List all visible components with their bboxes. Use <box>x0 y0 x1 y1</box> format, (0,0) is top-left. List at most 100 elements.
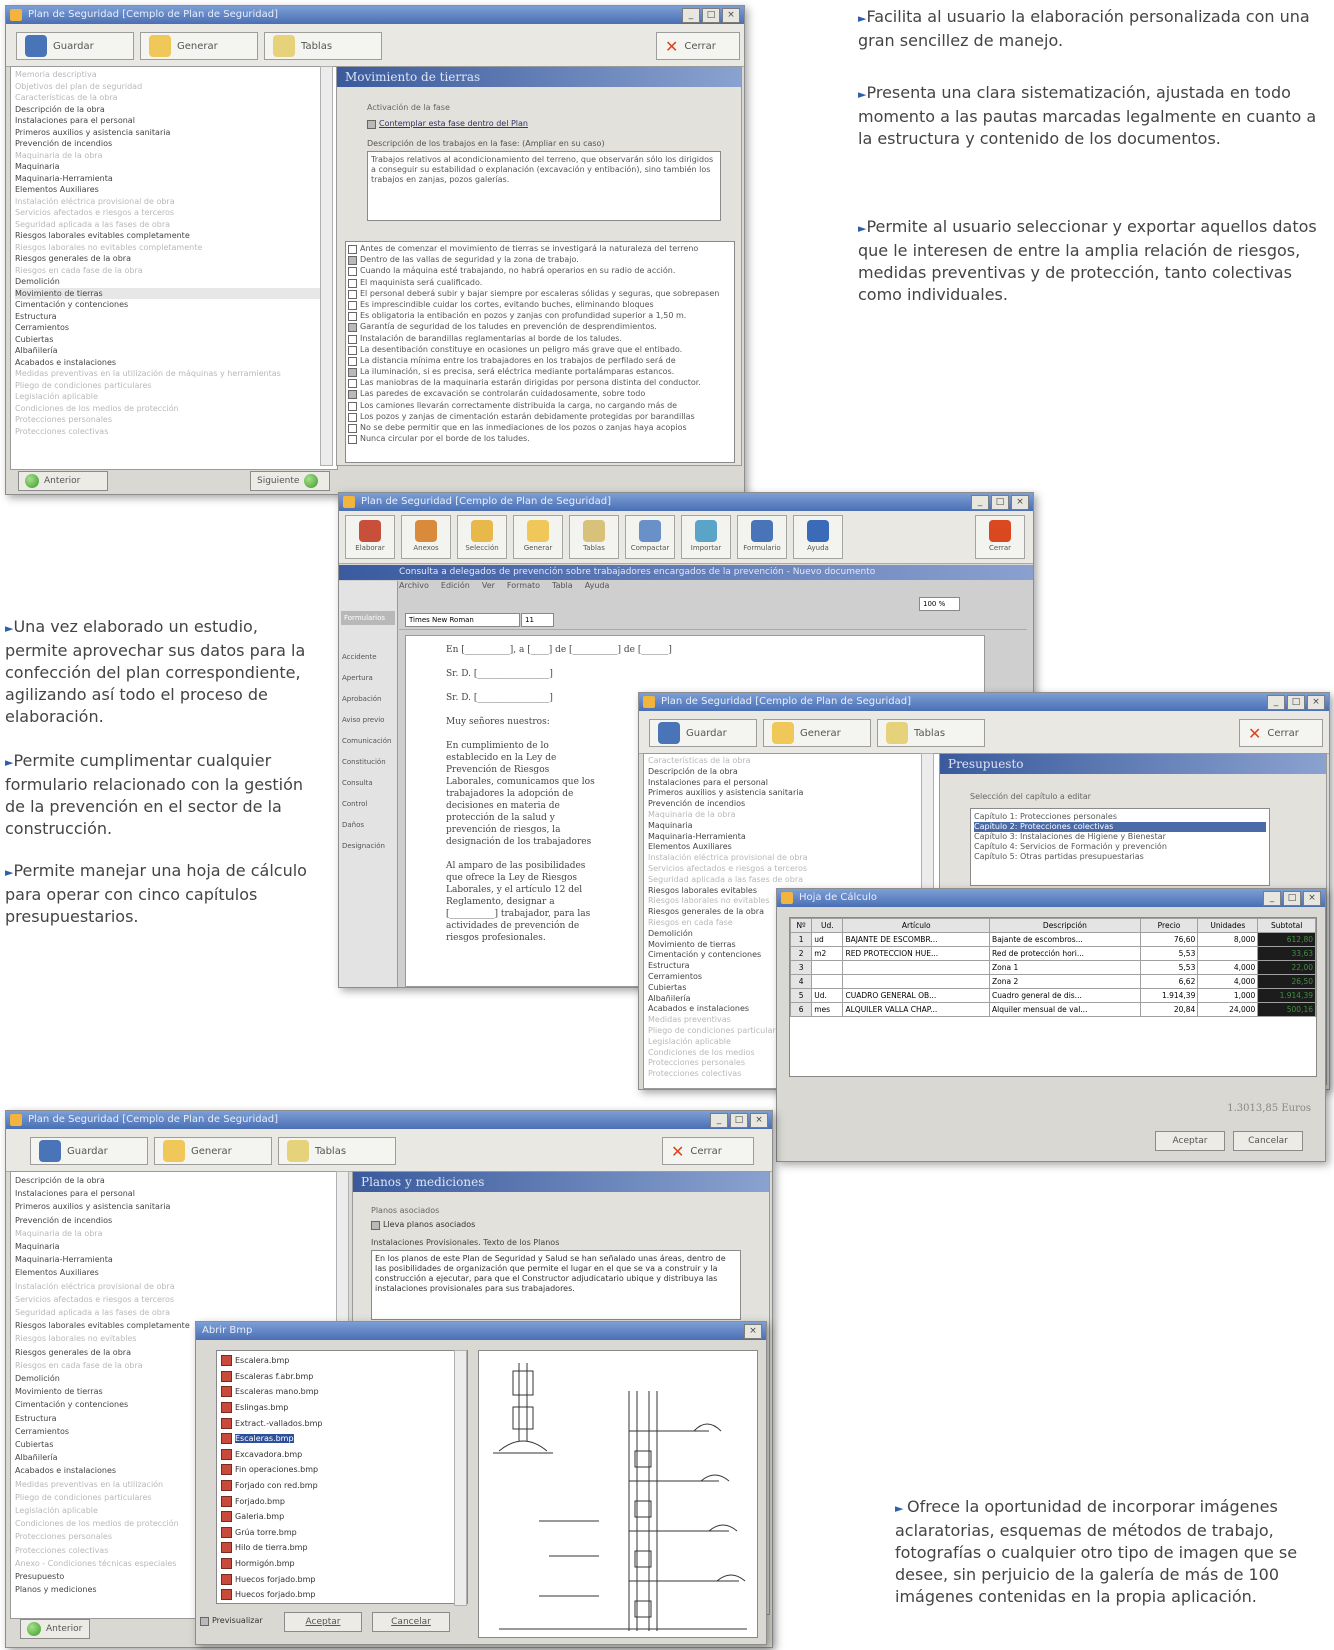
tree-item[interactable]: Riesgos laborales evitables completament… <box>15 230 333 242</box>
tree-item[interactable]: Características de la obra <box>648 756 938 767</box>
close-button[interactable]: ✕ Cerrar <box>656 32 740 60</box>
save-button[interactable]: Guardar <box>16 32 134 60</box>
toolbar-button-3[interactable]: Generar <box>513 515 563 559</box>
list-item[interactable]: Designación <box>342 836 397 857</box>
file-item[interactable]: Escalera.bmp <box>221 1353 467 1369</box>
table-cell[interactable]: 2 <box>790 946 813 961</box>
close-window-button[interactable]: × <box>722 8 740 23</box>
tree-item[interactable]: Maquinaria-Herramienta <box>15 173 333 185</box>
chapter-item[interactable]: Capítulo 2: Protecciones colectivas <box>974 822 1266 832</box>
ok-button[interactable]: Aceptar <box>1155 1131 1225 1151</box>
dialog-ok-button[interactable]: Aceptar <box>284 1612 362 1632</box>
tree-item[interactable]: Instalaciones para el personal <box>15 1187 341 1200</box>
table-row[interactable]: 5 Ud. CUADRO GENERAL OB... Cuadro general d… <box>790 988 1316 1003</box>
tree-item[interactable]: Elementos Auxiliares <box>15 184 333 196</box>
table-row[interactable]: 3 Zona 1 5,53 4,000 22,00 <box>790 960 1316 975</box>
tree-item[interactable]: Protecciones personales <box>15 414 333 426</box>
list-item[interactable]: Control <box>342 794 397 815</box>
tree-item[interactable]: Instalación eléctrica provisional de obr… <box>648 853 938 864</box>
close-window-button[interactable]: × <box>1011 495 1029 510</box>
table-cell[interactable]: 3 <box>790 960 813 975</box>
table-cell[interactable]: 1.914,39 <box>1257 988 1316 1003</box>
minimize-button[interactable]: _ <box>1267 695 1285 710</box>
file-list[interactable]: Escalera.bmp Escaleras f.abr.bmp Escaleras… <box>216 1350 468 1604</box>
toolbar-button-2[interactable]: Selección <box>457 515 507 559</box>
tree-item[interactable]: Medidas preventivas en la utilización de… <box>15 368 333 380</box>
measure-item[interactable]: El maquinista será cualificado. <box>348 278 732 288</box>
tree-item[interactable]: Riesgos laborales no evitables completam… <box>15 242 333 254</box>
file-item[interactable]: Hormigón.bmp <box>221 1556 467 1572</box>
toolbar-button-0[interactable]: Elaborar <box>345 515 395 559</box>
tree-scrollbar[interactable] <box>320 66 333 466</box>
chapter-item[interactable]: Capítulo 5: Otras partidas presupuestari… <box>974 852 1266 862</box>
tree-item[interactable]: Seguridad aplicada a las fases de obra <box>15 219 333 231</box>
generate-button[interactable]: Generar <box>140 32 258 60</box>
table-cell[interactable]: 33,63 <box>1257 946 1316 961</box>
tree-item[interactable]: Cimentación y contenciones <box>15 299 333 311</box>
table-row[interactable]: 1 ud BAJANTE DE ESCOMBR... Bajante de escom… <box>790 932 1316 947</box>
table-cell[interactable]: 5,53 <box>1139 960 1199 975</box>
toolbar-button-1[interactable]: Anexos <box>401 515 451 559</box>
table-row[interactable]: 4 Zona 2 6,62 4,000 26,50 <box>790 974 1316 989</box>
table-cell[interactable]: 1.914,39 <box>1139 988 1199 1003</box>
cancel-button[interactable]: Cancelar <box>1233 1131 1303 1151</box>
tree-item[interactable]: Legislación aplicable <box>15 391 333 403</box>
file-item[interactable]: Excavadora.bmp <box>221 1447 467 1463</box>
table-cell[interactable]: 4,000 <box>1197 960 1259 975</box>
description-textarea[interactable]: Trabajos relativos al acondicionamiento … <box>367 151 721 221</box>
measure-checkbox[interactable] <box>348 312 357 322</box>
measure-item[interactable]: Es imprescindible cuidar los cortes, evi… <box>348 300 732 310</box>
menu-item[interactable]: Formato <box>507 581 540 593</box>
tree-item[interactable]: Riesgos generales de la obra <box>15 253 333 265</box>
tree-item[interactable]: Primeros auxilios y asistencia sanitaria <box>15 127 333 139</box>
measure-checkbox[interactable] <box>348 300 357 310</box>
table-cell[interactable] <box>1197 946 1259 961</box>
minimize-button[interactable]: _ <box>710 1113 728 1128</box>
tree-item[interactable]: Prevención de incendios <box>648 799 938 810</box>
measure-checkbox[interactable] <box>348 368 357 378</box>
file-item[interactable]: Forjado con red.bmp <box>221 1478 467 1494</box>
font-select[interactable]: Times New Roman <box>405 613 520 627</box>
menu-item[interactable]: Tabla <box>552 581 573 593</box>
table-cell[interactable]: 24,000 <box>1197 1002 1259 1017</box>
sidebar-tab[interactable]: Formularios <box>341 611 395 625</box>
zoom-select[interactable]: 100 % <box>919 597 960 611</box>
measure-item[interactable]: Los pozos y zanjas de cimentación estará… <box>348 412 732 422</box>
close-button[interactable]: ✕ Cerrar <box>1239 719 1323 747</box>
checkbox-box[interactable] <box>367 120 376 129</box>
file-list-scrollbar[interactable] <box>454 1350 467 1606</box>
toolbar-button-8[interactable]: Ayuda <box>793 515 843 559</box>
maximize-button[interactable]: □ <box>730 1113 748 1128</box>
measure-item[interactable]: La iluminación, si es precisa, será eléc… <box>348 367 732 378</box>
table-cell[interactable] <box>842 960 991 975</box>
tree-item[interactable]: Maquinaria <box>15 1240 341 1253</box>
table-cell[interactable]: Zona 1 <box>989 960 1141 975</box>
generate-button[interactable]: Generar <box>154 1137 272 1165</box>
tables-button[interactable]: Tablas <box>278 1137 396 1165</box>
tree-item[interactable]: Servicios afectados e riesgos a terceros <box>15 207 333 219</box>
tree-item[interactable]: Maquinaria-Herramienta <box>648 832 938 843</box>
table-cell[interactable]: Cuadro general de dis... <box>989 988 1141 1003</box>
measure-item[interactable]: La distancia mínima entre los trabajador… <box>348 356 732 366</box>
tree-item[interactable]: Estructura <box>15 311 333 323</box>
tree-item[interactable]: Descripción de la obra <box>648 767 938 778</box>
menu-item[interactable]: Ver <box>482 581 495 593</box>
tree-item[interactable]: Descripción de la obra <box>15 1174 341 1187</box>
measure-item[interactable]: Cuando la máquina esté trabajando, no ha… <box>348 266 732 277</box>
table-cell[interactable]: 6 <box>790 1002 813 1017</box>
close-button[interactable]: ✕ Cerrar <box>662 1137 754 1165</box>
plans-textarea[interactable]: En los planos de este Plan de Seguridad … <box>371 1250 741 1320</box>
measure-checkbox[interactable] <box>348 256 357 266</box>
table-cell[interactable]: m2 <box>811 946 844 961</box>
measures-checklist[interactable]: Antes de comenzar el movimiento de tierr… <box>345 241 735 463</box>
tree-item[interactable]: Cerramientos <box>15 322 333 334</box>
measure-checkbox[interactable] <box>348 278 357 288</box>
table-cell[interactable]: ALQUILER VALLA CHAP... <box>842 1002 991 1017</box>
chapter-item[interactable]: Capítulo 4: Servicios de Formación y pre… <box>974 842 1266 852</box>
table-cell[interactable]: 4 <box>790 974 813 989</box>
measure-checkbox[interactable] <box>348 245 357 254</box>
measure-item[interactable]: Los camiones llevarán correctamente dist… <box>348 401 732 411</box>
tree-item[interactable]: Cubiertas <box>15 334 333 346</box>
table-cell[interactable] <box>842 974 991 989</box>
previous-button[interactable]: Anterior <box>20 1619 90 1639</box>
